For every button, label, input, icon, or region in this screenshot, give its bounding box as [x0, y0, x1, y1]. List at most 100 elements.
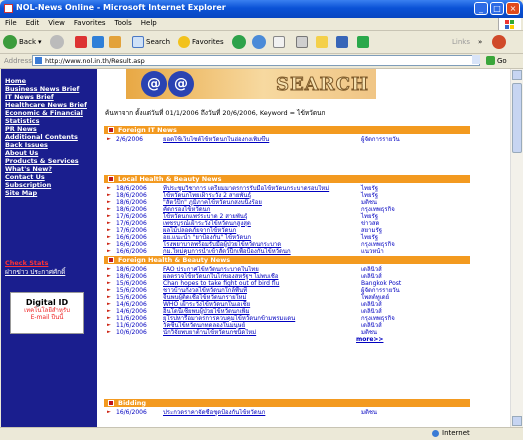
result-title-link[interactable]: ประกวดราคาจัดซื้อชุดป้องกันไข้หวัดนก [163, 409, 341, 416]
digital-id-ad[interactable]: Digital ID เทคโนโลยีสำหรับ E-mail ปีนนี้ [10, 292, 84, 334]
nav-economic-financial[interactable]: Economic & Financial [1, 109, 87, 117]
vertical-scrollbar[interactable] [510, 69, 523, 427]
result-title-link[interactable]: ชาวบ้านกังวลไข้หวัดนกใกล้พื้นที่ [163, 287, 341, 294]
result-date: 18/6/2006 [116, 192, 147, 199]
more-link[interactable]: more>> [356, 336, 383, 343]
menu-tools[interactable]: Tools [110, 18, 136, 27]
favorites-label: Favorites [192, 38, 224, 46]
address-url: http://www.nol.in.th/Result.asp [45, 57, 145, 65]
menu-edit[interactable]: Edit [21, 18, 44, 27]
nav-healthcare-news-brief[interactable]: Healthcare News Brief [1, 101, 87, 109]
title-bar: NOL-News Online - Microsoft Internet Exp… [0, 0, 523, 18]
nav-whats-new[interactable]: What's New? [1, 165, 87, 173]
links-label[interactable]: Links [452, 34, 470, 50]
edit-button[interactable] [316, 34, 328, 50]
home-button[interactable] [109, 34, 121, 50]
result-title-link[interactable]: ไข้หวัดนกไทยเฝ้าระวัง 2 สายพันธุ์ [163, 192, 341, 199]
close-button[interactable]: × [506, 2, 520, 15]
result-title-link[interactable]: อินโดนีเซียพบผู้ป่วยไข้หวัดนกเพิ่ม [163, 308, 341, 315]
nav-products-services[interactable]: Products & Services [1, 157, 87, 165]
address-input[interactable]: http://www.nol.in.th/Result.asp [32, 55, 480, 66]
scroll-down-button[interactable] [512, 416, 522, 426]
nav-additional-contents[interactable]: Additional Contents [1, 133, 87, 141]
go-button[interactable]: Go [486, 55, 516, 66]
nav-business-news-brief[interactable]: Business News Brief [1, 85, 87, 93]
back-button[interactable]: Back ▾ [3, 34, 42, 50]
discuss-button[interactable] [336, 34, 348, 50]
result-row: ► 16/6/2006 ประกวดราคาจัดซื้อชุดป้องกันไข้… [104, 409, 470, 416]
menu-help[interactable]: Help [136, 18, 161, 27]
forward-button[interactable] [50, 34, 64, 50]
history-button[interactable] [252, 34, 266, 50]
nav-contact-us[interactable]: Contact Us [1, 173, 87, 181]
result-date: 18/6/2006 [116, 206, 147, 213]
extension-button[interactable] [492, 34, 506, 50]
result-title-link[interactable]: ที่ประชุมวิชาการ เตรียมมาตรการรับมือไข้ห… [163, 185, 341, 192]
menu-file[interactable]: File [0, 18, 21, 27]
nav-about-us[interactable]: About Us [1, 149, 87, 157]
minimize-button[interactable]: _ [474, 2, 488, 15]
media-button[interactable] [232, 34, 246, 50]
messenger-button[interactable] [357, 34, 369, 50]
result-title-link[interactable]: โรงพยาบาลพร้อมรับมือผู้ป่วยไข้หวัดนกระบา… [163, 241, 341, 248]
nav-site-map[interactable]: Site Map [1, 189, 87, 197]
print-button[interactable] [296, 34, 308, 50]
digital-id-title: Digital ID [25, 298, 69, 307]
discuss-icon [336, 36, 348, 48]
scroll-up-button[interactable] [512, 70, 522, 80]
result-title-link[interactable]: ยอดใช้เว็บไซต์ไข้หวัดนกในฮ่องกงเพิ่มขึ้น [163, 136, 341, 143]
result-source: แนวหน้า [361, 248, 384, 255]
status-bar: Internet [0, 427, 523, 440]
result-title-link[interactable]: คัดกรองไข้หวัดนก [163, 206, 341, 213]
nav-home[interactable]: Home [1, 77, 87, 85]
back-arrow-icon [3, 35, 17, 49]
print-icon [296, 36, 308, 48]
result-source: มติชน [361, 409, 378, 416]
result-title-link[interactable]: "สัตว์ปีก" ภูมิภาคไข้หวัดนกสงบนิ่งร้อย [163, 199, 341, 206]
bullet-arrow-icon: ► [107, 329, 111, 335]
check-stats-link[interactable]: Check Stats [5, 259, 65, 267]
search-button[interactable]: Search [132, 34, 170, 50]
menu-view[interactable]: View [43, 18, 69, 27]
nav-statistics[interactable]: Statistics [1, 117, 87, 125]
nav-pr-news[interactable]: PR News [1, 125, 87, 133]
favorites-button[interactable]: Favorites [178, 34, 224, 50]
result-title-link[interactable]: WHO เฝ้าระวังไข้หวัดนกในเอเชีย [163, 301, 341, 308]
result-row: ► 18/6/2006 ผลตรวจไข้หวัดนกในไก่ของสหรัฐฯ … [104, 273, 470, 280]
refresh-icon [92, 36, 104, 48]
refresh-button[interactable] [92, 34, 104, 50]
mail-button[interactable] [273, 34, 285, 50]
bullet-arrow-icon: ► [107, 192, 111, 198]
nav-it-news-brief[interactable]: IT News Brief [1, 93, 87, 101]
security-zone: Internet [432, 429, 470, 437]
maximize-button[interactable]: □ [490, 2, 504, 15]
result-title-link[interactable]: FAO ประกาศไข้หวัดนกระบาดในไทย [163, 266, 341, 273]
result-title-link[interactable]: ไข้หวัดนกแพร่ระบาด 2 สายพันธุ์ [163, 213, 341, 220]
scroll-thumb[interactable] [512, 83, 522, 153]
result-date: 14/6/2006 [116, 301, 147, 308]
result-title-link[interactable]: อย.แนะนำ "ยาป้องกัน" ไข้หวัดนก [163, 234, 341, 241]
stop-button[interactable] [75, 34, 87, 50]
check-stats-sub-link[interactable]: ฝากข่าว ประกาศศักดิ์ [5, 267, 65, 277]
result-source: ผู้จัดการรายวัน [361, 287, 400, 294]
result-title-link[interactable]: นักวิจัยพบยาต้านไข้หวัดนกชนิดใหม่ [163, 329, 341, 336]
links-chevron[interactable]: » [478, 34, 482, 50]
result-title-link[interactable]: ยุโรปหารือมาตรการควบคุมไข้หวัดนกข้ามพรมแ… [163, 315, 341, 322]
result-title-link[interactable]: ผลตรวจไข้หวัดนกในไก่ของสหรัฐฯ ไม่พบเชื้อ [163, 273, 341, 280]
result-title-link[interactable]: เพชรบูรณ์เฝ้าระวังไข้หวัดนกสูงสุด [163, 220, 341, 227]
result-title-link[interactable]: จีนพบผู้ติดเชื้อไข้หวัดนกรายใหม่ [163, 294, 341, 301]
result-row: ► 15/6/2006 Chan hopes to take fight out o… [104, 280, 470, 287]
nav-subscription[interactable]: Subscription [1, 181, 87, 189]
result-date: 15/6/2006 [116, 280, 147, 287]
menu-favorites[interactable]: Favorites [69, 18, 110, 27]
bullet-arrow-icon: ► [107, 213, 111, 219]
result-title-link[interactable]: กม.ใหม่คุมการนำเข้าสัตว์ปีกเพื่อป้องกันไ… [163, 248, 341, 255]
result-title-link[interactable]: ผลไม้ปลอดภัยจากไข้หวัดนก [163, 227, 341, 234]
result-title-link[interactable]: วัคซีนไข้หวัดนกทดลองในมนุษย์ [163, 322, 341, 329]
address-dropdown-button[interactable] [472, 55, 480, 64]
nav-back-issues[interactable]: Back Issues [1, 141, 87, 149]
result-row: ► 10/6/2006 นักวิจัยพบยาต้านไข้หวัดนกชนิดใ… [104, 329, 470, 336]
result-title-link[interactable]: Chan hopes to take fight out of bird flu [163, 280, 341, 287]
bullet-arrow-icon: ► [107, 266, 111, 272]
result-source: เดลินิวส์ [361, 273, 382, 280]
